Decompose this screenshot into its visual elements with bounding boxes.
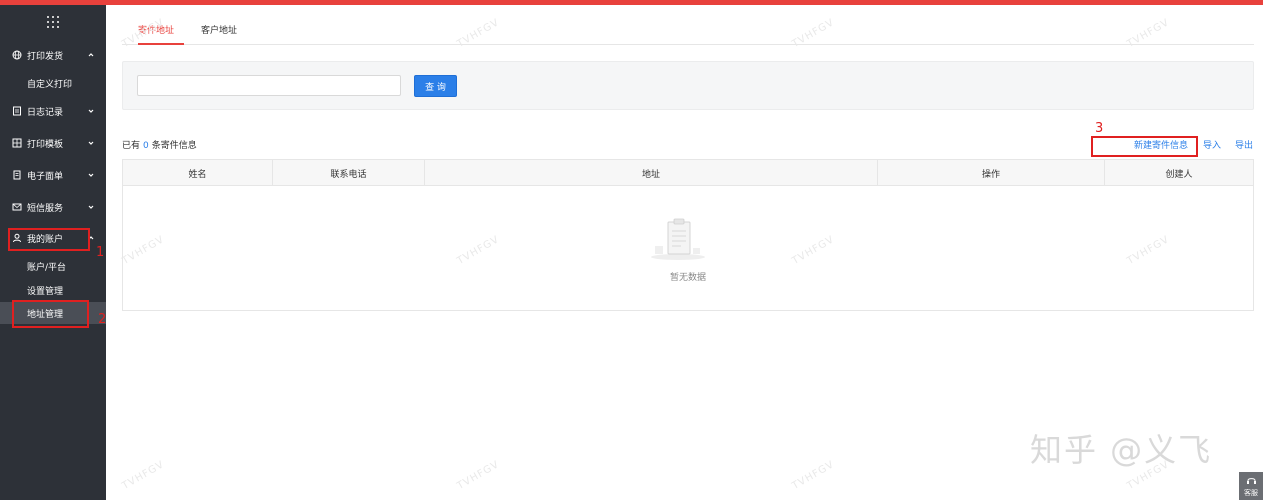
chevron-down-icon (88, 109, 94, 113)
active-tab-indicator (138, 43, 184, 45)
headset-icon (1246, 478, 1256, 484)
tab-customer-address[interactable]: 客户地址 (201, 23, 237, 36)
search-panel: 查 询 (122, 61, 1254, 110)
chevron-down-icon (88, 173, 94, 177)
annotation-box-3 (1091, 136, 1198, 157)
empty-clipboard-icon (651, 218, 705, 260)
annotation-box-1 (8, 228, 90, 251)
sidebar: 打印发货 自定义打印 日志记录 打印模板 电子面单 短信服务 我的账户 账户/平… (0, 5, 106, 500)
sidebar-item-logs[interactable]: 日志记录 (0, 99, 106, 123)
record-count: 已有 0 条寄件信息 (122, 138, 197, 151)
column-header-phone[interactable]: 联系电话 (273, 160, 425, 186)
customer-service-label: 客服 (1244, 489, 1258, 497)
app-grid-icon[interactable] (46, 15, 60, 29)
sidebar-item-label: 打印发货 (27, 51, 64, 62)
receipt-icon (13, 170, 21, 180)
sidebar-item-label: 短信服务 (27, 203, 64, 214)
address-table: 姓名 联系电话 地址 操作 创建人 暂无数据 (122, 159, 1254, 311)
export-link[interactable]: 导出 (1235, 138, 1253, 151)
annotation-number-1: 1 (96, 245, 105, 260)
table-header: 姓名 联系电话 地址 操作 创建人 (123, 160, 1253, 186)
globe-icon (12, 50, 22, 60)
sidebar-item-sms[interactable]: 短信服务 (0, 195, 106, 219)
sidebar-item-label: 日志记录 (27, 107, 64, 118)
column-header-actions[interactable]: 操作 (878, 160, 1105, 186)
sidebar-item-e-waybill[interactable]: 电子面单 (0, 163, 106, 187)
record-count-suffix: 条寄件信息 (151, 141, 197, 151)
column-header-name[interactable]: 姓名 (123, 160, 273, 186)
sidebar-item-print-template[interactable]: 打印模板 (0, 131, 106, 155)
sidebar-item-label: 电子面单 (27, 171, 64, 182)
record-count-prefix: 已有 (122, 141, 141, 151)
brand-watermark: 知乎 @义飞 (1030, 431, 1213, 469)
column-header-creator[interactable]: 创建人 (1105, 160, 1253, 186)
search-input[interactable] (137, 75, 401, 96)
chevron-down-icon (88, 205, 94, 209)
sidebar-item-label: 打印模板 (27, 139, 64, 150)
query-button[interactable]: 查 询 (414, 75, 457, 97)
import-link[interactable]: 导入 (1203, 138, 1221, 151)
sidebar-item-print-ship[interactable]: 打印发货 (0, 43, 106, 67)
column-header-address[interactable]: 地址 (425, 160, 878, 186)
sidebar-subitem-account-platform[interactable]: 账户/平台 (0, 255, 106, 277)
document-icon (13, 106, 21, 116)
sidebar-subitem-custom-print[interactable]: 自定义打印 (0, 72, 106, 94)
annotation-box-2 (12, 300, 89, 328)
template-icon (12, 138, 22, 148)
annotation-number-3: 3 (1095, 121, 1104, 136)
customer-service-button[interactable]: 客服 (1239, 472, 1263, 500)
tab-bar: 寄件地址 客户地址 (122, 5, 1254, 45)
chevron-down-icon (88, 141, 94, 145)
mail-icon (12, 203, 22, 211)
record-count-number: 0 (143, 141, 149, 151)
chevron-up-icon (88, 53, 94, 57)
sidebar-subitem-settings[interactable]: 设置管理 (0, 279, 106, 301)
empty-state-text: 暂无数据 (669, 273, 706, 283)
